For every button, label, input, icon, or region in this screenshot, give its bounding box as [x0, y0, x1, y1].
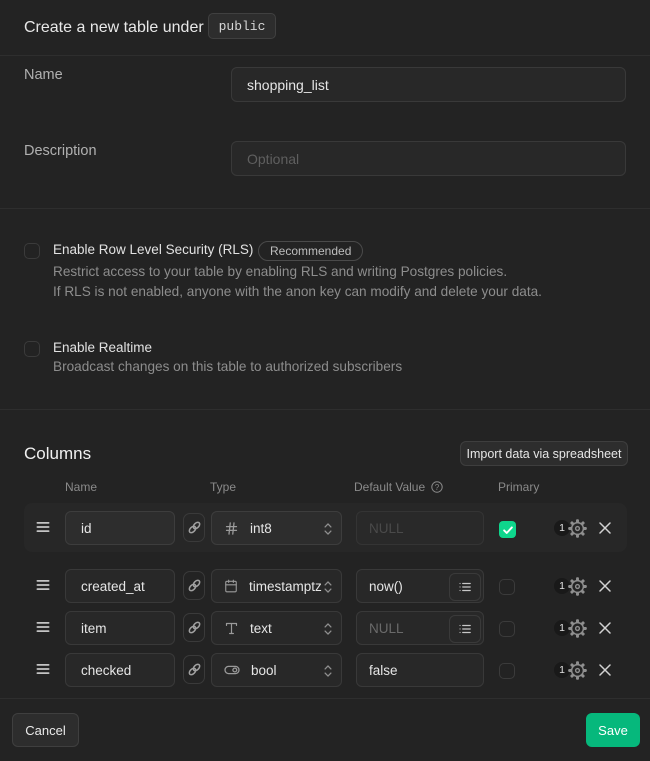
svg-text:?: ? — [435, 483, 440, 492]
